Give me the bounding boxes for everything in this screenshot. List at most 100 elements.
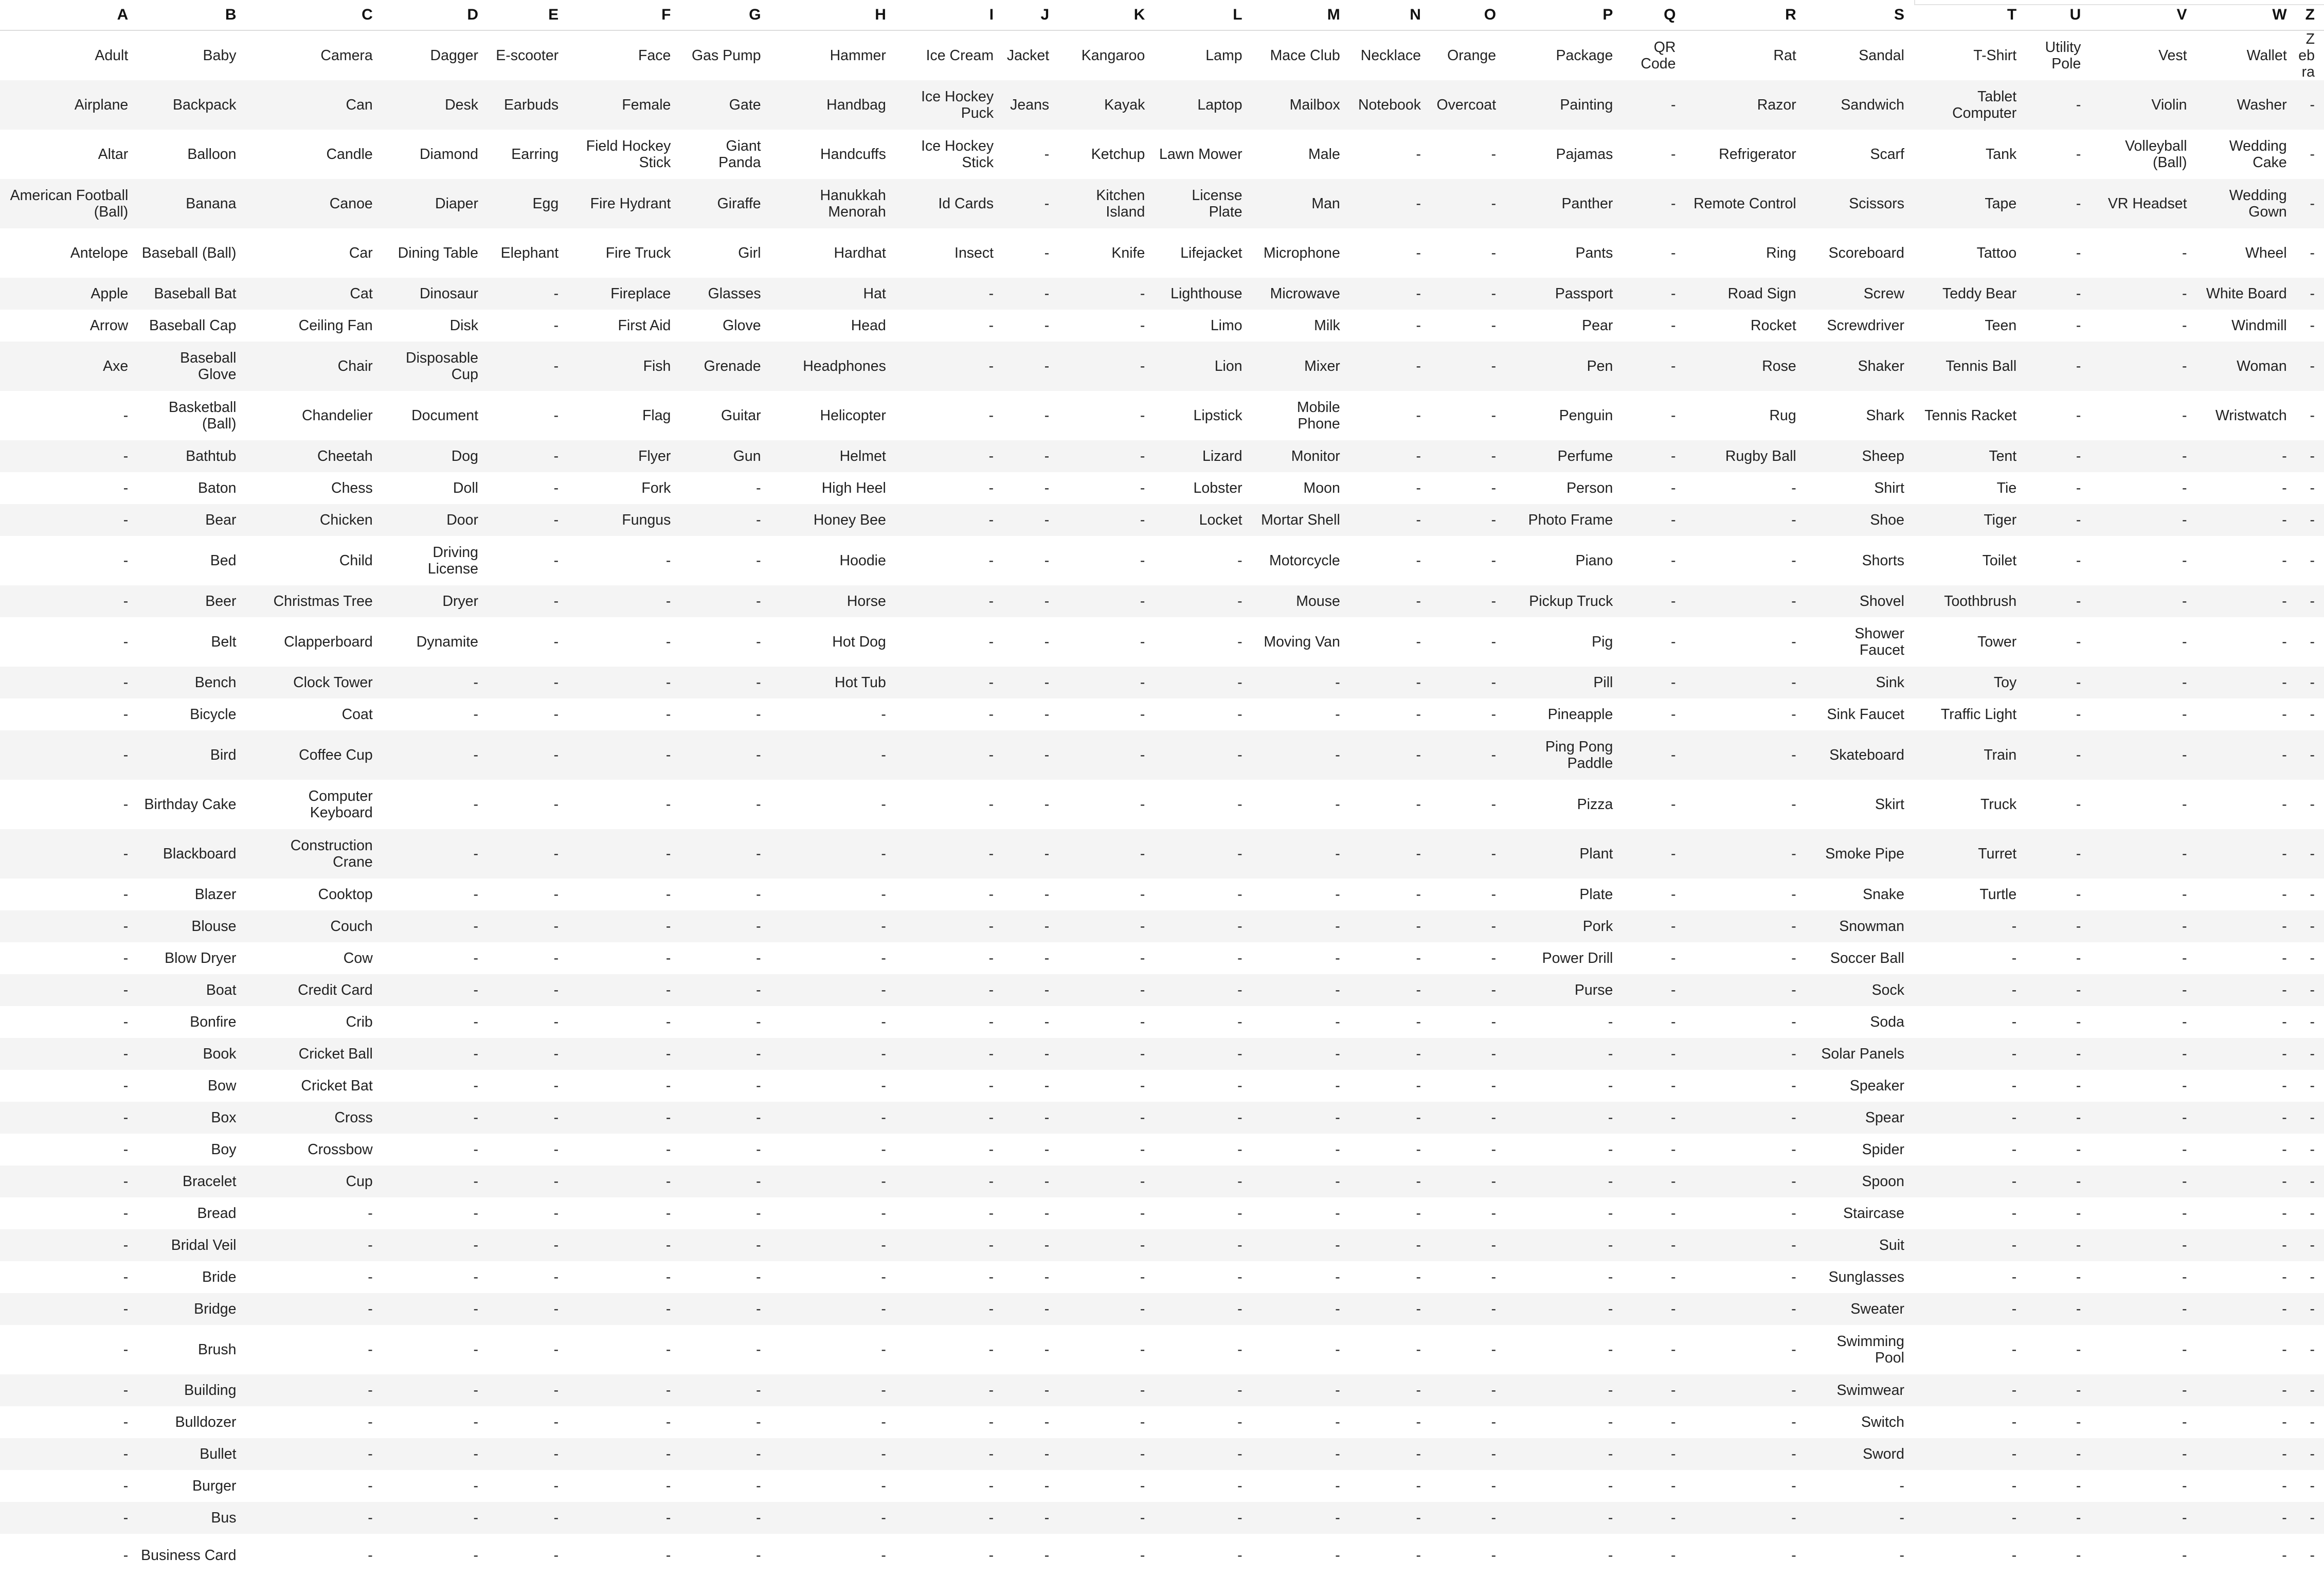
table-row[interactable]: - Bridge - - - - - - - - - - - - - - - - Sweater - - - - - <box>0 1293 2324 1325</box>
column-header-n[interactable]: N <box>1349 0 1430 31</box>
column-header-q[interactable]: Q <box>1622 0 1685 31</box>
table-cell-p: - <box>1608 1078 1613 1094</box>
table-cell-r: - <box>1685 829 1806 879</box>
column-header-k[interactable]: K <box>1058 0 1155 31</box>
table-cell-g: - <box>756 1141 761 1158</box>
column-header-o[interactable]: O <box>1430 0 1506 31</box>
table-cell-o: - <box>1430 179 1506 228</box>
table-row[interactable]: - Blouse Couch - - - - - - - - - - - - Pork - - Snowman - - -… <box>0 910 2324 942</box>
column-header-s[interactable]: S <box>1805 0 1914 31</box>
table-cell-i: - <box>988 796 994 813</box>
table-row[interactable]: - Brush - - - - - - - - - - - - - - - - Swimming Pool - - - - - <box>0 1325 2324 1374</box>
column-header-f[interactable]: F <box>568 0 680 31</box>
table-cell-t: Tank <box>1986 146 2017 163</box>
column-header-h[interactable]: H <box>770 0 895 31</box>
table-cell-z: - <box>2296 667 2324 698</box>
column-header-i[interactable]: I <box>895 0 1003 31</box>
table-row[interactable]: - Bear Chicken Door - Fungus - Honey Bee - - - Lock… <box>0 504 2324 536</box>
table-row[interactable]: - Building - - - - - - - - - - - - - - - - Swimwear - - - - - <box>0 1374 2324 1406</box>
table-cell-s: Sock <box>1805 974 1914 1006</box>
table-cell-j: - <box>1003 1374 1059 1406</box>
column-header-d[interactable]: D <box>382 0 488 31</box>
table-cell-g: - <box>680 585 770 617</box>
table-cell-a: - <box>123 886 129 903</box>
table-cell-c: Cricket Ball <box>245 1038 382 1070</box>
table-row[interactable]: - Book Cricket Ball - - - - - - - - - - - - - - - Solar Pa… <box>0 1038 2324 1070</box>
table-row[interactable]: - Bed Child Driving License - - - Hoodie - - - - Mot… <box>0 536 2324 585</box>
table-row[interactable]: Arrow Baseball Cap Ceiling Fan Disk - First A… <box>0 310 2324 342</box>
column-header-b[interactable]: B <box>137 0 246 31</box>
table-row[interactable]: - Bullet - - - - - - - - - - - - - - - - Sword - - - - - <box>0 1438 2324 1470</box>
table-row[interactable]: - Bridal Veil - - - - - - - - - - - - - - - - Suit - - - - - <box>0 1229 2324 1261</box>
table-cell-m: - <box>1335 950 1340 966</box>
column-header-c[interactable]: C <box>245 0 382 31</box>
column-header-j[interactable]: J <box>1003 0 1059 31</box>
table-cell-s: Sheep <box>1805 440 1914 472</box>
table-cell-s: Smoke Pipe <box>1805 829 1914 879</box>
table-cell-p: Power Drill <box>1542 950 1613 966</box>
table-row[interactable]: - Bread - - - - - - - - - - - - - - - - Staircase - - - - - <box>0 1197 2324 1229</box>
table-row[interactable]: Airplane Backpack Can Desk Earbuds Female Gate… <box>0 80 2324 130</box>
column-header-r[interactable]: R <box>1685 0 1806 31</box>
table-row[interactable]: - Belt Clapperboard Dynamite - - - Hot Dog - - - - M… <box>0 617 2324 667</box>
table-cell-i: - <box>895 1438 1003 1470</box>
table-row[interactable]: Altar Balloon Candle Diamond Earring Field Ho… <box>0 130 2324 179</box>
column-header-l[interactable]: L <box>1154 0 1252 31</box>
column-header-m[interactable]: M <box>1251 0 1349 31</box>
table-row[interactable]: - Business Card - - - - - - - - - - - - - - - - - - - - - - <box>0 1534 2324 1577</box>
table-row[interactable]: - Blackboard Construction Crane - - - - - - - - - - -… <box>0 829 2324 879</box>
table-cell-f: - <box>665 1341 671 1358</box>
table-row[interactable]: - Bathtub Cheetah Dog - Flyer Gun Helmet - - - Liza… <box>0 440 2324 472</box>
table-row[interactable]: Antelope Baseball (Ball) Car Dining Table El… <box>0 228 2324 278</box>
table-cell-d: Dining Table <box>398 245 478 261</box>
table-cell-c: Clapperboard <box>284 634 373 650</box>
table-cell-p: Pork <box>1505 910 1623 942</box>
table-cell-c: Camera <box>320 47 373 64</box>
table-cell-w: - <box>2196 1374 2296 1406</box>
table-row[interactable]: - Blow Dryer Cow - - - - - - - - - - - - Power Drill - - S… <box>0 942 2324 974</box>
table-cell-d: - <box>473 1014 479 1030</box>
table-cell-q: - <box>1622 1102 1685 1134</box>
table-row[interactable]: - Blazer Cooktop - - - - - - - - - - - - Plate - - Snake Tu… <box>0 879 2324 910</box>
table-row[interactable]: - Baton Chess Doll - Fork - High Heel - - - Lobster… <box>0 472 2324 504</box>
table-row[interactable]: - Bracelet Cup - - - - - - - - - - - - - - - Spoon - - - - - <box>0 1166 2324 1197</box>
table-row[interactable]: - Bonfire Crib - - - - - - - - - - - - - - - Soda - - - - - <box>0 1006 2324 1038</box>
table-row[interactable]: - Beer Christmas Tree Dryer - - - Horse - - - - Mous… <box>0 585 2324 617</box>
table-row[interactable]: - Bus - - - - - - - - - - - - - - - - - - - - - - <box>0 1502 2324 1534</box>
column-header-g[interactable]: G <box>680 0 770 31</box>
table-cell-q: - <box>1671 407 1676 424</box>
table-cell-c: - <box>368 1205 373 1222</box>
table-cell-f: - <box>665 1014 671 1030</box>
table-cell-s: Shark <box>1866 407 1904 424</box>
table-row[interactable]: - Boat Credit Card - - - - - - - - - - - - Purse - - Sock -… <box>0 974 2324 1006</box>
table-row[interactable]: - Bench Clock Tower - - - - Hot Tub - - - - - - - Pill -… <box>0 667 2324 698</box>
table-row[interactable]: Adult Baby Camera Dagger E-scooter Face Gas Pu… <box>0 30 2324 80</box>
table-cell-w: - <box>2282 1078 2287 1094</box>
table-row[interactable]: American Football (Ball) Banana Canoe Diape… <box>0 179 2324 228</box>
column-header-e[interactable]: E <box>488 0 568 31</box>
table-cell-v: - <box>2182 552 2187 569</box>
table-row[interactable]: Axe Baseball Glove Chair Disposable Cup - Fis… <box>0 342 2324 391</box>
table-cell-b: Bicycle <box>190 706 237 723</box>
table-row[interactable]: - Bicycle Coat - - - - - - - - - - - - Pineapple - - Sink … <box>0 698 2324 730</box>
table-cell-h: - <box>881 1414 886 1430</box>
table-cell-e: - <box>488 1502 568 1534</box>
table-row[interactable]: - Bulldozer - - - - - - - - - - - - - - - - Switch - - - - - <box>0 1406 2324 1438</box>
table-row[interactable]: Apple Baseball Bat Cat Dinosaur - Fireplace Gl… <box>0 278 2324 310</box>
table-cell-t: Tattoo <box>1976 245 2017 261</box>
table-row[interactable]: - Bow Cricket Bat - - - - - - - - - - - - - - - Speaker - - -… <box>0 1070 2324 1102</box>
table-row[interactable]: - Birthday Cake Computer Keyboard - - - - - - - - -… <box>0 780 2324 829</box>
column-header-p[interactable]: P <box>1505 0 1623 31</box>
column-header-a[interactable]: A <box>0 0 138 31</box>
table-row[interactable]: - Basketball (Ball) Chandelier Document - Fla… <box>0 391 2324 440</box>
table-cell-v: - <box>2090 829 2196 879</box>
table-row[interactable]: - Burger - - - - - - - - - - - - - - - - - - - - - - <box>0 1470 2324 1502</box>
table-cell-i: - <box>895 1038 1003 1070</box>
table-row[interactable]: - Bride - - - - - - - - - - - - - - - - Sunglasses - - - - - <box>0 1261 2324 1293</box>
table-row[interactable]: - Boy Crossbow - - - - - - - - - - - - - - - Spider - - - - - <box>0 1134 2324 1166</box>
table-row[interactable]: - Bird Coffee Cup - - - - - - - - - - - - Ping Pong Pad… <box>0 730 2324 780</box>
table-cell-s: Shorts <box>1862 552 1904 569</box>
table-cell-e: - <box>488 504 568 536</box>
table-cell-d: Doll <box>453 480 478 496</box>
table-row[interactable]: - Box Cross - - - - - - - - - - - - - - - Spear - - - - - <box>0 1102 2324 1134</box>
